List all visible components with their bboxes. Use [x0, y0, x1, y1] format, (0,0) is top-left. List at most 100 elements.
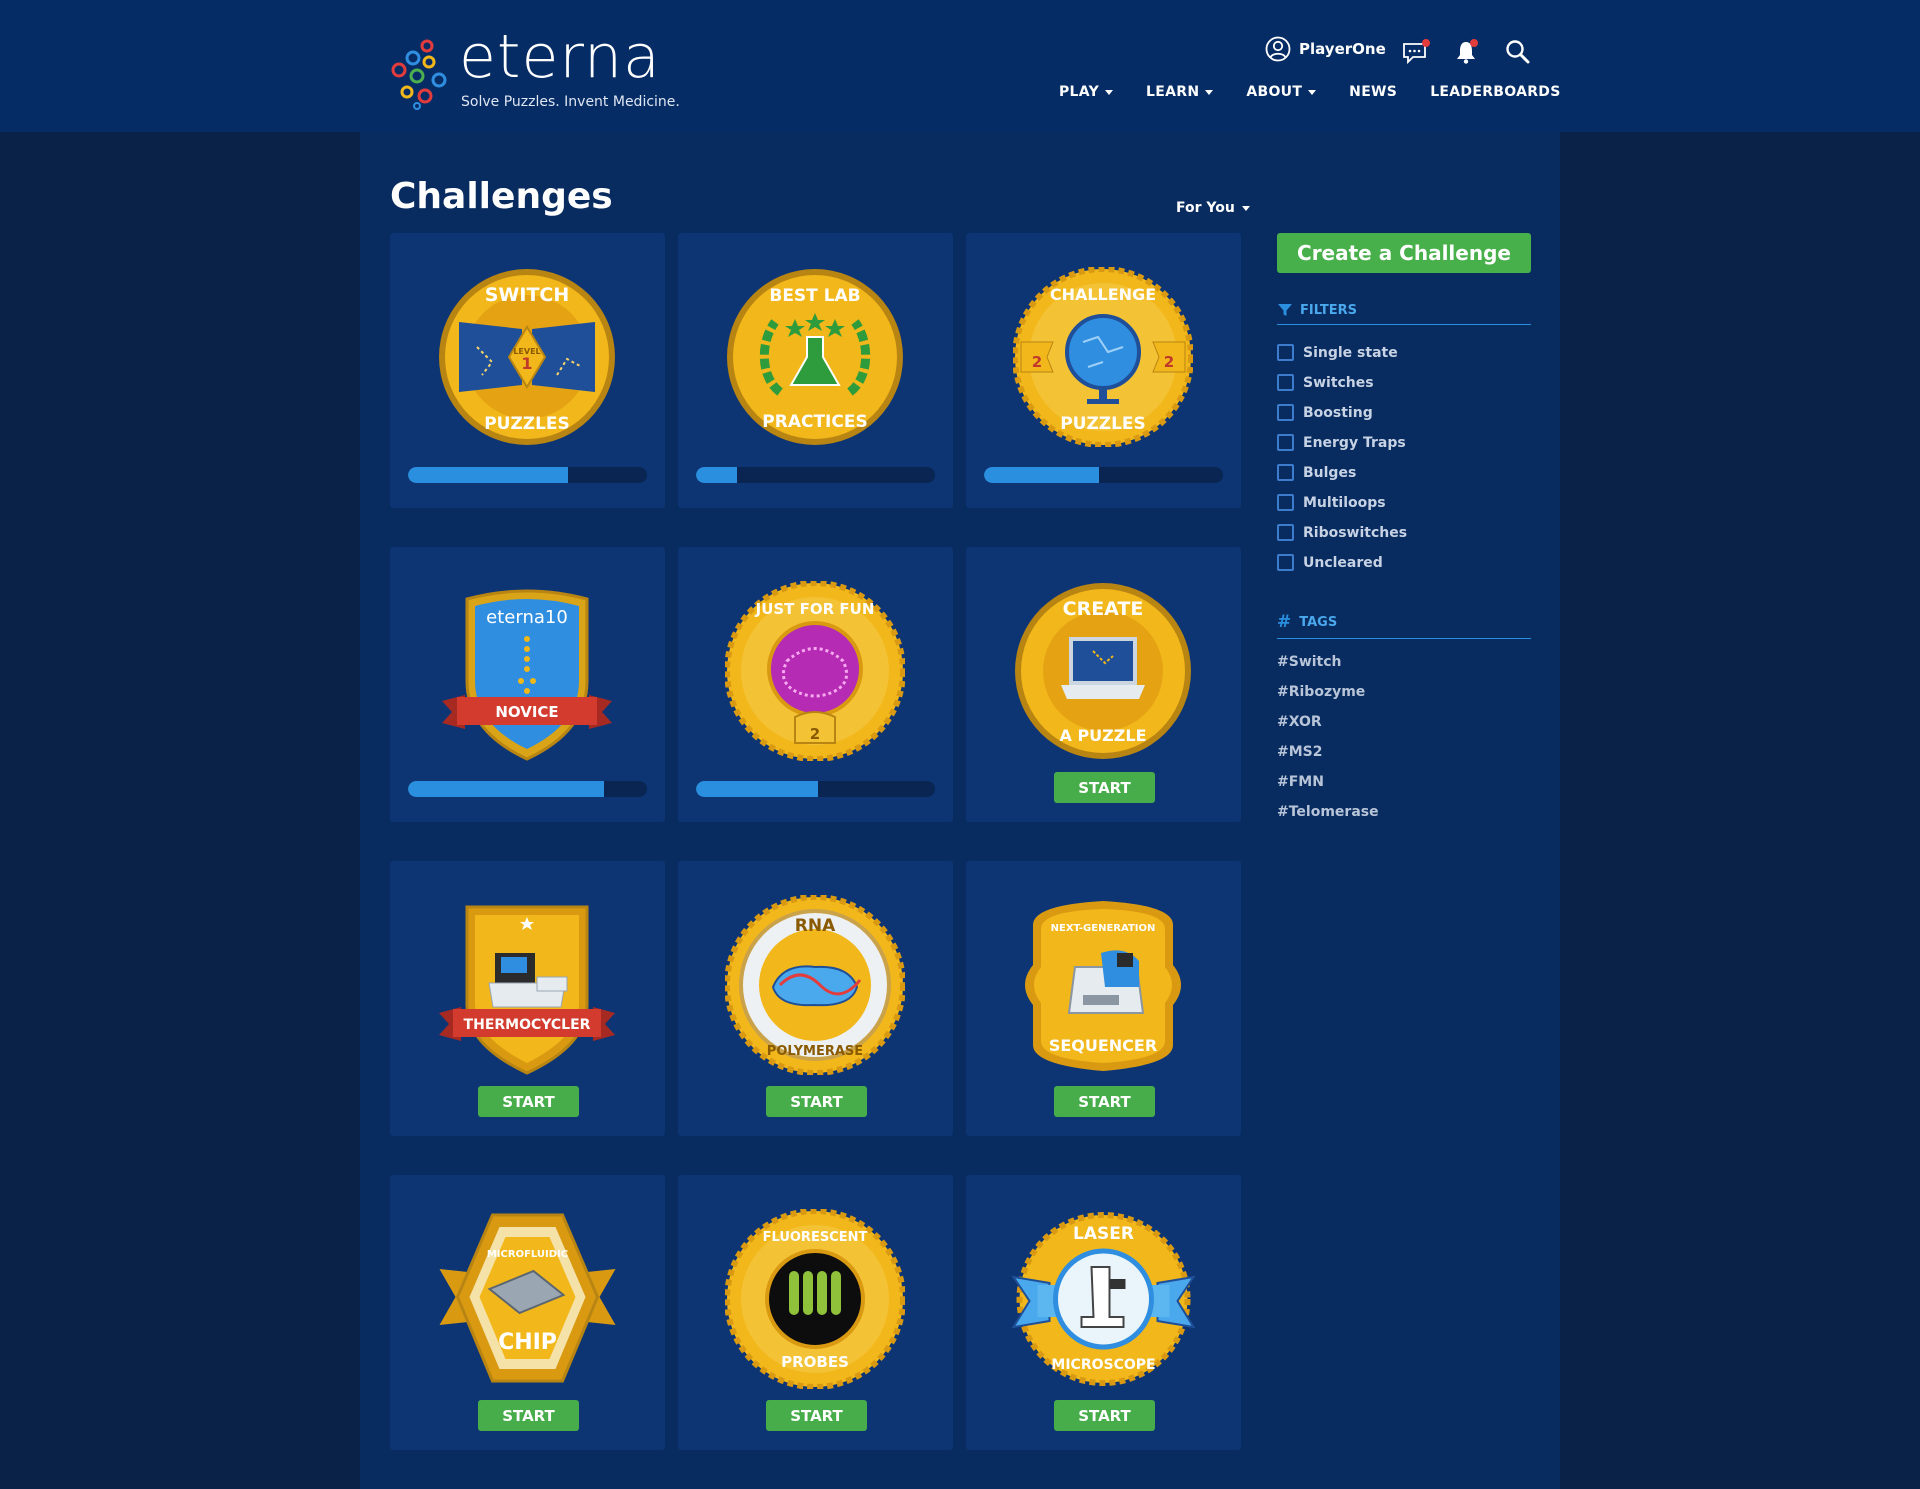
tag-link[interactable]: #Ribozyme [1277, 684, 1365, 700]
svg-text:eterna10: eterna10 [486, 607, 568, 628]
messages-button[interactable] [1401, 37, 1431, 67]
hash-icon: # [1277, 612, 1292, 632]
filter-bulges[interactable]: Bulges [1277, 464, 1356, 481]
challenge-card[interactable]: eterna10 NOVICE [390, 547, 665, 822]
filter-multiloops[interactable]: Multiloops [1277, 494, 1386, 511]
challenge-card[interactable]: CREATE A PUZZLE START [966, 547, 1241, 822]
svg-text:LASER: LASER [1073, 1224, 1134, 1244]
sort-dropdown[interactable]: For You [1176, 200, 1250, 216]
checkbox[interactable] [1277, 404, 1294, 421]
filters-heading: FILTERS [1277, 302, 1531, 325]
nav-about[interactable]: ABOUT [1246, 84, 1317, 100]
search-button[interactable] [1503, 37, 1533, 67]
laser-microscope-badge: LASER MICROSCOPE [1011, 1212, 1196, 1386]
best-lab-practices-badge: BEST LAB PRACTICES [727, 269, 903, 445]
checkbox[interactable] [1277, 434, 1294, 451]
next-generation-sequencer-badge: NEXT-GENERATION SEQUENCER [1025, 901, 1181, 1071]
challenge-card[interactable]: 2 2 CHALLENGE PUZZLES [966, 233, 1241, 508]
chevron-down-icon [1105, 89, 1114, 95]
progress-bar [408, 781, 647, 797]
start-button[interactable]: START [478, 1086, 579, 1117]
challenge-card[interactable]: THERMOCYCLER START [390, 861, 665, 1136]
challenge-card[interactable]: LEVEL 1 SWITCH PUZZLES [390, 233, 665, 508]
nav-leaderboards[interactable]: LEADERBOARDS [1430, 84, 1560, 100]
progress-bar [984, 467, 1223, 483]
challenge-card[interactable]: BEST LAB PRACTICES [678, 233, 953, 508]
challenge-card[interactable]: 2 JUST FOR FUN [678, 547, 953, 822]
filter-uncleared[interactable]: Uncleared [1277, 554, 1383, 571]
challenge-puzzles-badge: 2 2 CHALLENGE PUZZLES [1013, 267, 1193, 447]
filter-riboswitches[interactable]: Riboswitches [1277, 524, 1407, 541]
svg-text:NOVICE: NOVICE [495, 703, 558, 721]
tag-link[interactable]: #Telomerase [1277, 804, 1379, 820]
checkbox[interactable] [1277, 494, 1294, 511]
tag-link[interactable]: #MS2 [1277, 744, 1323, 760]
svg-text:2: 2 [1164, 353, 1174, 371]
eterna10-novice-badge: eterna10 NOVICE [442, 589, 612, 761]
svg-text:CHALLENGE: CHALLENGE [1050, 285, 1156, 304]
tags-heading: # TAGS [1277, 612, 1531, 639]
start-button[interactable]: START [478, 1400, 579, 1431]
challenge-card[interactable]: NEXT-GENERATION SEQUENCER START [966, 861, 1241, 1136]
challenge-card[interactable]: MICROFLUIDIC CHIP START [390, 1175, 665, 1450]
create-challenge-button[interactable]: Create a Challenge [1277, 233, 1531, 273]
challenge-card[interactable]: LASER MICROSCOPE START [966, 1175, 1241, 1450]
nav-learn[interactable]: LEARN [1146, 84, 1214, 100]
nav-play[interactable]: PLAY [1059, 84, 1114, 100]
progress-bar [696, 467, 935, 483]
main-nav: PLAY LEARN ABOUT NEWS LEADERBOARDS [1059, 84, 1561, 100]
nav-news[interactable]: NEWS [1349, 84, 1397, 100]
thermocycler-badge: THERMOCYCLER [439, 905, 615, 1075]
logo-wordmark: eterna [459, 22, 661, 92]
svg-text:JUST FOR FUN: JUST FOR FUN [755, 600, 875, 618]
microfluidic-chip-badge: MICROFLUIDIC CHIP [439, 1213, 616, 1383]
svg-text:1: 1 [521, 354, 532, 373]
progress-fill [984, 467, 1099, 483]
svg-text:SWITCH: SWITCH [485, 284, 570, 306]
checkbox[interactable] [1277, 554, 1294, 571]
site-header: eterna Solve Puzzles. Invent Medicine. P… [0, 0, 1920, 132]
checkbox[interactable] [1277, 374, 1294, 391]
search-icon [1506, 40, 1530, 64]
filter-icon [1278, 304, 1292, 316]
svg-text:CHIP: CHIP [498, 1330, 557, 1355]
filter-switches[interactable]: Switches [1277, 374, 1374, 391]
rna-polymerase-badge: RNA POLYMERASE [725, 895, 905, 1075]
tag-link[interactable]: #XOR [1277, 714, 1322, 730]
tag-link[interactable]: #Switch [1277, 654, 1342, 670]
filter-boosting[interactable]: Boosting [1277, 404, 1373, 421]
notifications-button[interactable] [1452, 37, 1482, 67]
eterna-logo[interactable]: eterna Solve Puzzles. Invent Medicine. [389, 22, 680, 116]
start-button[interactable]: START [1054, 1400, 1155, 1431]
svg-text:PUZZLES: PUZZLES [484, 414, 570, 434]
progress-bar [696, 781, 935, 797]
start-button[interactable]: START [1054, 772, 1155, 803]
fluorescent-probes-badge: FLUORESCENT PROBES [725, 1209, 905, 1389]
progress-fill [408, 781, 604, 797]
svg-text:2: 2 [810, 725, 820, 743]
challenge-card[interactable]: FLUORESCENT PROBES START [678, 1175, 953, 1450]
svg-text:2: 2 [1032, 353, 1042, 371]
svg-text:CREATE: CREATE [1063, 598, 1144, 620]
user-menu[interactable]: PlayerOne [1265, 36, 1386, 62]
progress-fill [696, 467, 737, 483]
bell-icon [1457, 39, 1478, 64]
challenge-card[interactable]: RNA POLYMERASE START [678, 861, 953, 1136]
start-button[interactable]: START [766, 1400, 867, 1431]
logo-molecule-icon [391, 39, 447, 110]
svg-text:MICROSCOPE: MICROSCOPE [1051, 1357, 1155, 1373]
checkbox[interactable] [1277, 524, 1294, 541]
page-title: Challenges [390, 176, 613, 217]
user-avatar-icon [1265, 36, 1291, 62]
checkbox[interactable] [1277, 464, 1294, 481]
tag-link[interactable]: #FMN [1277, 774, 1324, 790]
start-button[interactable]: START [1054, 1086, 1155, 1117]
create-a-puzzle-badge: CREATE A PUZZLE [1015, 583, 1191, 759]
filter-energy-traps[interactable]: Energy Traps [1277, 434, 1406, 451]
svg-text:BEST LAB: BEST LAB [769, 286, 860, 306]
checkbox[interactable] [1277, 344, 1294, 361]
start-button[interactable]: START [766, 1086, 867, 1117]
progress-bar [408, 467, 647, 483]
svg-text:PUZZLES: PUZZLES [1060, 414, 1146, 434]
filter-single-state[interactable]: Single state [1277, 344, 1398, 361]
